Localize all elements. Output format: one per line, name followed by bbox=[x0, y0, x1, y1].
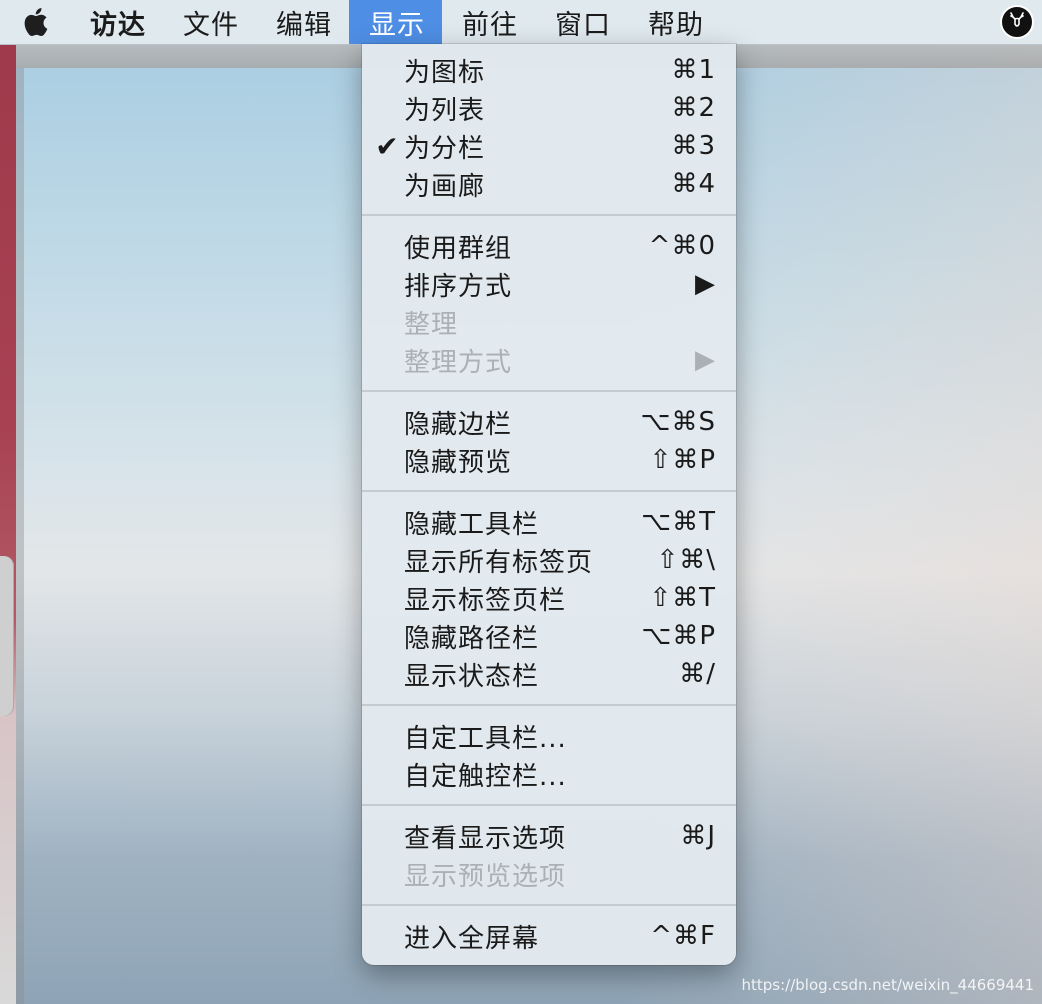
menu-item-clean-up: 整理 bbox=[362, 303, 736, 341]
menu-item-label: 为分栏 bbox=[404, 133, 486, 164]
menu-item-shortcut: ^⌘0 bbox=[648, 231, 716, 261]
menu-view[interactable]: 显示 bbox=[349, 0, 442, 44]
submenu-arrow-icon: ▶ bbox=[695, 269, 716, 299]
menu-item-label: 查看显示选项 bbox=[404, 823, 567, 854]
menu-item-shortcut: ⇧⌘T bbox=[649, 583, 716, 613]
menu-separator bbox=[362, 804, 736, 806]
menu-separator bbox=[362, 704, 736, 706]
deer-icon bbox=[1010, 12, 1024, 27]
menu-item-label: 显示预览选项 bbox=[404, 861, 567, 892]
menu-item-label: 自定触控栏... bbox=[404, 761, 567, 792]
menu-item-shortcut: ⌥⌘S bbox=[640, 407, 716, 437]
menu-separator bbox=[362, 390, 736, 392]
menu-item-label: 显示状态栏 bbox=[404, 661, 540, 692]
menu-item-hide-path-bar[interactable]: 隐藏路径栏 ⌥⌘P bbox=[362, 617, 736, 655]
status-menu-deer[interactable] bbox=[1000, 5, 1034, 39]
checkmark-icon: ✔ bbox=[375, 129, 399, 163]
menu-item-customize-touch-bar[interactable]: 自定触控栏... bbox=[362, 755, 736, 793]
menu-separator bbox=[362, 214, 736, 216]
menu-item-shortcut: ^⌘F bbox=[650, 921, 716, 951]
menu-finder[interactable]: 访达 bbox=[70, 0, 163, 44]
menu-item-hide-sidebar[interactable]: 隐藏边栏 ⌥⌘S bbox=[362, 403, 736, 441]
menu-item-show-preview-options: 显示预览选项 bbox=[362, 855, 736, 893]
menu-item-as-icons[interactable]: 为图标 ⌘1 bbox=[362, 51, 736, 89]
apple-icon bbox=[24, 8, 48, 37]
background-window-panel bbox=[0, 556, 14, 716]
menu-item-label: 隐藏边栏 bbox=[404, 409, 513, 440]
menu-item-hide-preview[interactable]: 隐藏预览 ⇧⌘P bbox=[362, 441, 736, 479]
menu-item-shortcut: ⌘4 bbox=[671, 169, 716, 199]
menu-item-sort-by[interactable]: 排序方式 ▶ bbox=[362, 265, 736, 303]
menu-item-enter-full-screen[interactable]: 进入全屏幕 ^⌘F bbox=[362, 917, 736, 955]
menu-item-shortcut: ⇧⌘P bbox=[649, 445, 716, 475]
watermark-text: https://blog.csdn.net/weixin_44669441 bbox=[741, 976, 1034, 994]
menu-item-as-gallery[interactable]: 为画廊 ⌘4 bbox=[362, 165, 736, 203]
menu-file[interactable]: 文件 bbox=[163, 0, 256, 44]
menu-item-shortcut: ⌘3 bbox=[671, 131, 716, 161]
menu-item-shortcut: ⌥⌘T bbox=[641, 507, 716, 537]
menu-item-label: 隐藏工具栏 bbox=[404, 509, 540, 540]
menu-item-customize-toolbar[interactable]: 自定工具栏... bbox=[362, 717, 736, 755]
view-menu-dropdown: 为图标 ⌘1 为列表 ⌘2 ✔ 为分栏 ⌘3 为画廊 ⌘4 使用群组 ^⌘0 排… bbox=[362, 44, 736, 965]
menu-separator bbox=[362, 904, 736, 906]
menu-help[interactable]: 帮助 bbox=[628, 0, 721, 44]
apple-menu[interactable] bbox=[0, 0, 70, 44]
menu-item-label: 使用群组 bbox=[404, 233, 513, 264]
menu-item-shortcut: ⌘1 bbox=[671, 55, 716, 85]
menu-bar: 访达 文件 编辑 显示 前往 窗口 帮助 bbox=[0, 0, 1042, 45]
menu-item-shortcut: ⌥⌘P bbox=[641, 621, 716, 651]
menu-item-label: 整理 bbox=[404, 309, 459, 340]
menu-separator bbox=[362, 490, 736, 492]
menu-go[interactable]: 前往 bbox=[442, 0, 535, 44]
menu-item-label: 显示标签页栏 bbox=[404, 585, 567, 616]
menu-item-hide-toolbar[interactable]: 隐藏工具栏 ⌥⌘T bbox=[362, 503, 736, 541]
menu-item-label: 进入全屏幕 bbox=[404, 923, 540, 954]
background-window-shadow bbox=[16, 68, 24, 1004]
menu-item-label: 整理方式 bbox=[404, 347, 513, 378]
menu-item-show-status-bar[interactable]: 显示状态栏 ⌘/ bbox=[362, 655, 736, 693]
menu-item-as-list[interactable]: 为列表 ⌘2 bbox=[362, 89, 736, 127]
menu-item-label: 排序方式 bbox=[404, 271, 513, 302]
menu-item-shortcut: ⌘2 bbox=[671, 93, 716, 123]
menu-item-clean-up-by: 整理方式 ▶ bbox=[362, 341, 736, 379]
menu-item-show-all-tabs[interactable]: 显示所有标签页 ⇧⌘\ bbox=[362, 541, 736, 579]
menu-item-label: 为图标 bbox=[404, 57, 486, 88]
menu-item-label: 自定工具栏... bbox=[404, 723, 567, 754]
menu-item-use-groups[interactable]: 使用群组 ^⌘0 bbox=[362, 227, 736, 265]
menu-item-label: 为画廊 bbox=[404, 171, 486, 202]
menu-window[interactable]: 窗口 bbox=[535, 0, 628, 44]
menu-item-label: 隐藏预览 bbox=[404, 447, 513, 478]
menu-item-shortcut: ⇧⌘\ bbox=[656, 545, 716, 575]
menu-item-show-tab-bar[interactable]: 显示标签页栏 ⇧⌘T bbox=[362, 579, 736, 617]
menu-item-shortcut: ⌘/ bbox=[679, 659, 716, 689]
submenu-arrow-icon: ▶ bbox=[695, 345, 716, 375]
menu-item-shortcut: ⌘J bbox=[680, 821, 716, 851]
background-window-edge bbox=[0, 44, 16, 1004]
menu-item-label: 隐藏路径栏 bbox=[404, 623, 540, 654]
menu-item-show-view-options[interactable]: 查看显示选项 ⌘J bbox=[362, 817, 736, 855]
menu-item-as-columns[interactable]: ✔ 为分栏 ⌘3 bbox=[362, 127, 736, 165]
menu-edit[interactable]: 编辑 bbox=[256, 0, 349, 44]
menu-item-label: 显示所有标签页 bbox=[404, 547, 594, 578]
menu-item-label: 为列表 bbox=[404, 95, 486, 126]
